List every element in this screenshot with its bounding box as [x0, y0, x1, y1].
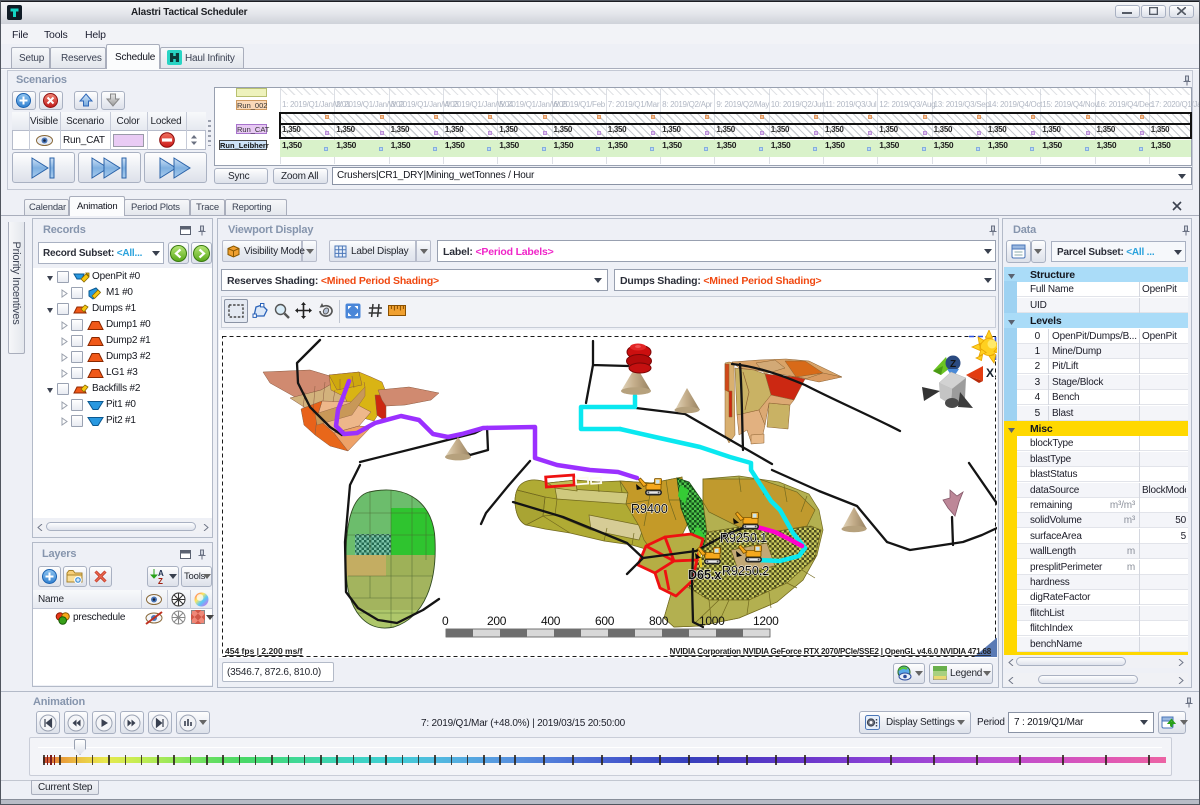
svg-text:R9400: R9400 [631, 502, 668, 516]
svg-text:D65.x: D65.x [688, 568, 721, 582]
svg-text:Z: Z [158, 577, 163, 585]
svg-text:R9250.1: R9250.1 [720, 531, 767, 545]
svg-text:454 fps | 2.200 ms/f: 454 fps | 2.200 ms/f [225, 646, 303, 656]
svg-text:1000: 1000 [699, 614, 725, 628]
svg-text:800: 800 [649, 614, 669, 628]
svg-text:400: 400 [541, 614, 561, 628]
svg-text:0: 0 [442, 614, 449, 628]
svg-text:200: 200 [487, 614, 507, 628]
svg-text:NVIDIA Corporation NVIDIA GeFo: NVIDIA Corporation NVIDIA GeForce RTX 20… [670, 647, 992, 656]
svg-text:Z: Z [950, 359, 956, 370]
svg-text:R9250.2: R9250.2 [722, 564, 769, 578]
svg-text:1200: 1200 [753, 614, 779, 628]
svg-text:X: X [986, 366, 994, 380]
svg-text:600: 600 [595, 614, 615, 628]
